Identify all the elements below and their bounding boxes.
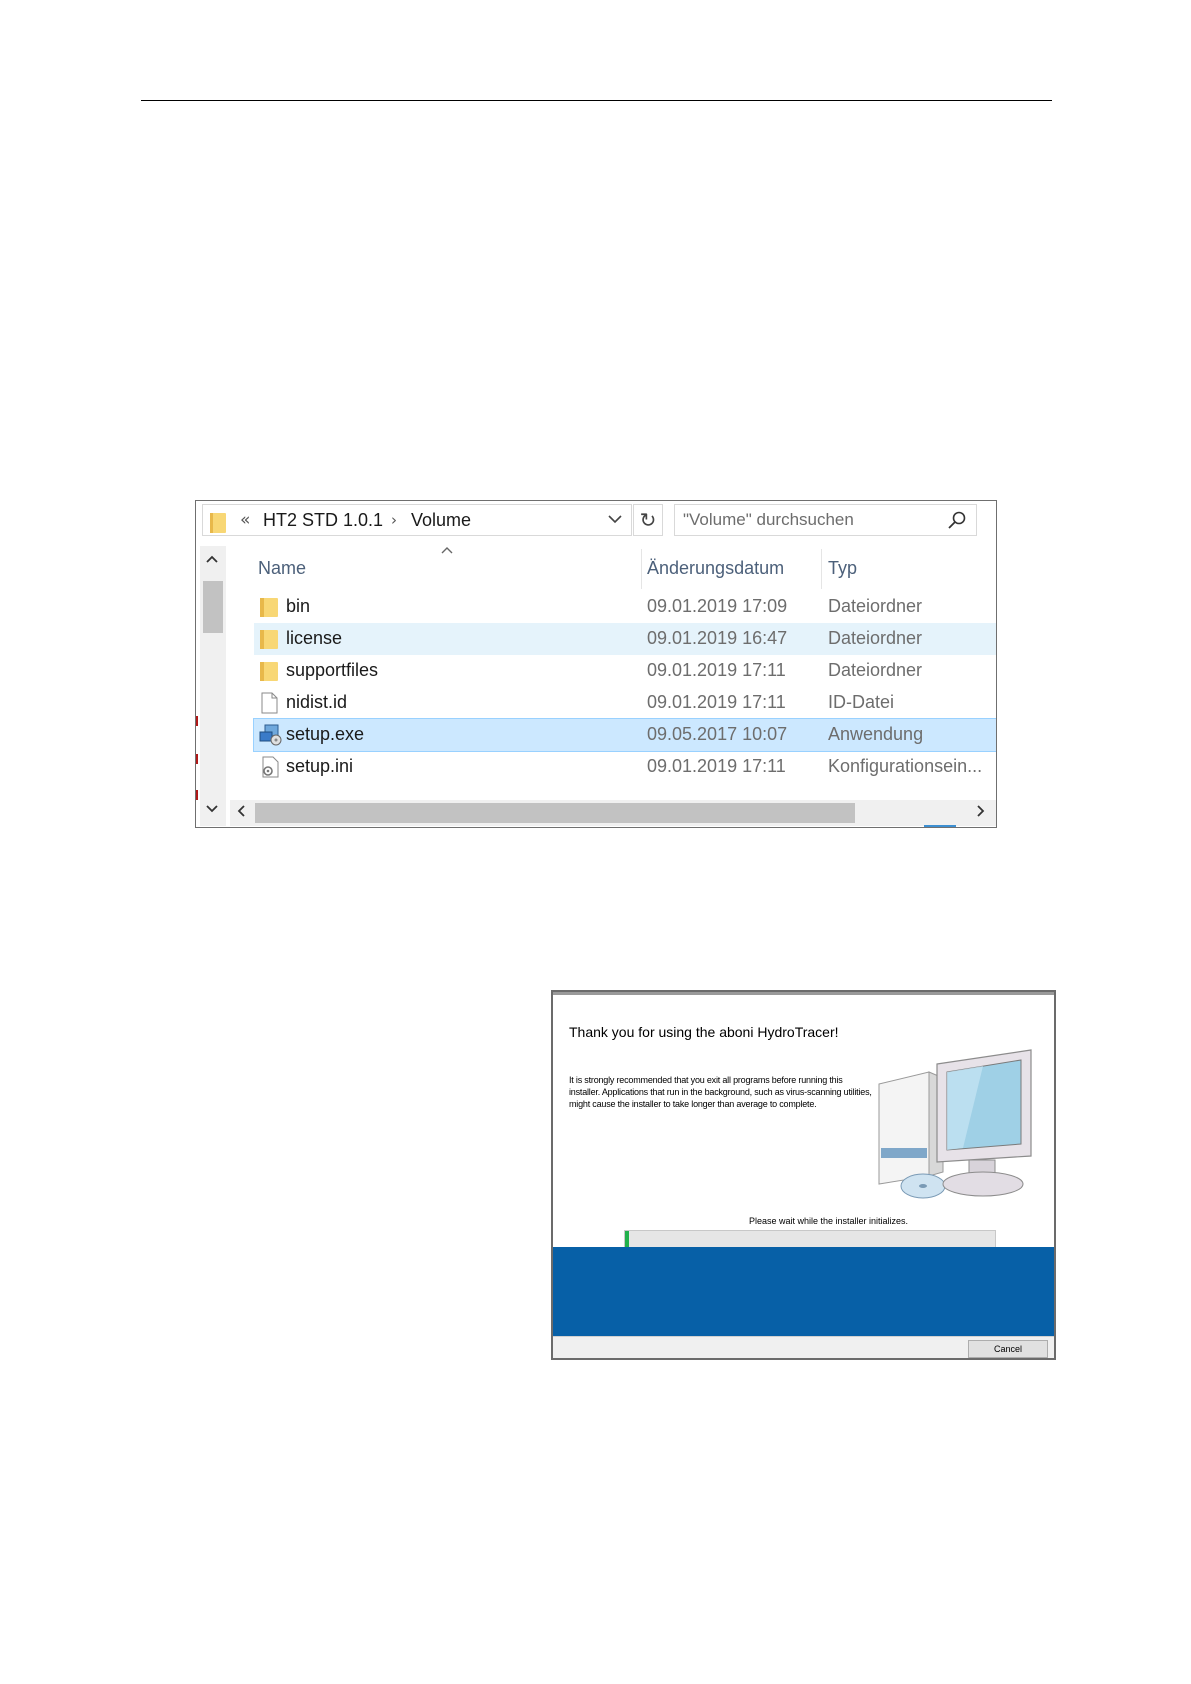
breadcrumb-item-ht2[interactable]: HT2 STD 1.0.1: [263, 510, 383, 531]
file-name: nidist.id: [286, 692, 348, 712]
installer-banner: [553, 1247, 1054, 1336]
folder-icon: [259, 628, 279, 655]
breadcrumb-overflow-icon[interactable]: «: [240, 510, 250, 530]
file-icon: [259, 692, 279, 719]
file-date: 09.01.2019 17:11: [647, 756, 786, 776]
installer-dialog: Thank you for using the aboni HydroTrace…: [551, 990, 1056, 1360]
breadcrumb-item-volume[interactable]: Volume: [411, 510, 471, 531]
file-type: Dateiordner: [828, 596, 923, 616]
page-header-rule: [141, 100, 1052, 101]
file-row-setup-ini[interactable]: setup.ini 09.01.2019 17:11 Konfiguration…: [254, 751, 996, 783]
address-bar[interactable]: « HT2 STD 1.0.1 › Volume: [202, 504, 632, 536]
file-name: setup.ini: [286, 756, 354, 776]
file-row-license[interactable]: license 09.01.2019 16:47 Dateiordner: [254, 623, 996, 655]
column-header-date[interactable]: Änderungsdatum: [647, 558, 784, 579]
file-date: 09.01.2019 17:09: [647, 596, 788, 616]
file-name: supportfiles: [286, 660, 379, 680]
installer-title: Thank you for using the aboni HydroTrace…: [569, 1024, 839, 1040]
file-row-bin[interactable]: bin 09.01.2019 17:09 Dateiordner: [254, 591, 996, 623]
installer-footer: Cancel: [553, 1336, 1054, 1358]
installer-status: Please wait while the installer initiali…: [748, 1216, 909, 1226]
breadcrumb-separator-icon[interactable]: ›: [391, 511, 397, 529]
file-date: 09.01.2019 17:11: [647, 692, 786, 712]
file-row-nidist-id[interactable]: nidist.id 09.01.2019 17:11 ID-Datei: [254, 687, 996, 719]
search-input[interactable]: [683, 509, 943, 531]
file-name: license: [286, 628, 343, 648]
vertical-scrollbar[interactable]: [200, 546, 226, 826]
horizontal-scroll-thumb[interactable]: [255, 803, 855, 823]
folder-icon: [259, 596, 279, 623]
progress-bar-fill: [625, 1231, 629, 1248]
computer-icon: [871, 1044, 1043, 1209]
file-date: 09.01.2019 16:47: [647, 628, 788, 648]
vertical-scroll-thumb[interactable]: [203, 581, 223, 633]
file-name: bin: [286, 596, 311, 616]
scroll-right-icon[interactable]: [976, 803, 986, 822]
folder-icon: [259, 660, 279, 687]
file-name: setup.exe: [286, 724, 365, 744]
scroll-left-icon[interactable]: [236, 803, 246, 822]
file-type: Dateiordner: [828, 660, 923, 680]
column-divider[interactable]: [821, 549, 822, 589]
dialog-top-border: [553, 992, 1054, 995]
file-type: ID-Datei: [828, 692, 895, 712]
installer-icon: [259, 724, 283, 751]
file-type: Konfigurationsein...: [828, 756, 983, 776]
file-date: 09.01.2019 17:11: [647, 660, 786, 680]
sort-ascending-icon: [440, 543, 454, 559]
file-row-setup-exe[interactable]: setup.exe 09.05.2017 10:07 Anwendung: [253, 718, 996, 752]
chevron-down-icon[interactable]: [607, 511, 623, 531]
column-header-name[interactable]: Name: [258, 558, 306, 579]
refresh-button[interactable]: ↻: [633, 504, 663, 536]
file-explorer-window: « HT2 STD 1.0.1 › Volume ↻ Name Änderung…: [195, 500, 997, 828]
column-divider[interactable]: [641, 549, 642, 589]
scroll-down-icon[interactable]: [205, 800, 219, 818]
config-file-icon: [259, 756, 281, 783]
search-icon[interactable]: [947, 510, 967, 535]
installer-message: It is strongly recommended that you exit…: [569, 1075, 872, 1109]
file-date: 09.05.2017 10:07: [647, 724, 788, 744]
file-type: Anwendung: [828, 724, 924, 744]
cancel-button[interactable]: Cancel: [968, 1340, 1048, 1358]
search-box[interactable]: [674, 504, 977, 536]
folder-icon: [209, 510, 227, 539]
resize-indicator: [924, 825, 956, 827]
file-type: Dateiordner: [828, 628, 923, 648]
column-header-type[interactable]: Typ: [828, 558, 857, 579]
scroll-up-icon[interactable]: [205, 550, 219, 568]
horizontal-scrollbar[interactable]: [230, 800, 996, 826]
file-row-supportfiles[interactable]: supportfiles 09.01.2019 17:11 Dateiordne…: [254, 655, 996, 687]
